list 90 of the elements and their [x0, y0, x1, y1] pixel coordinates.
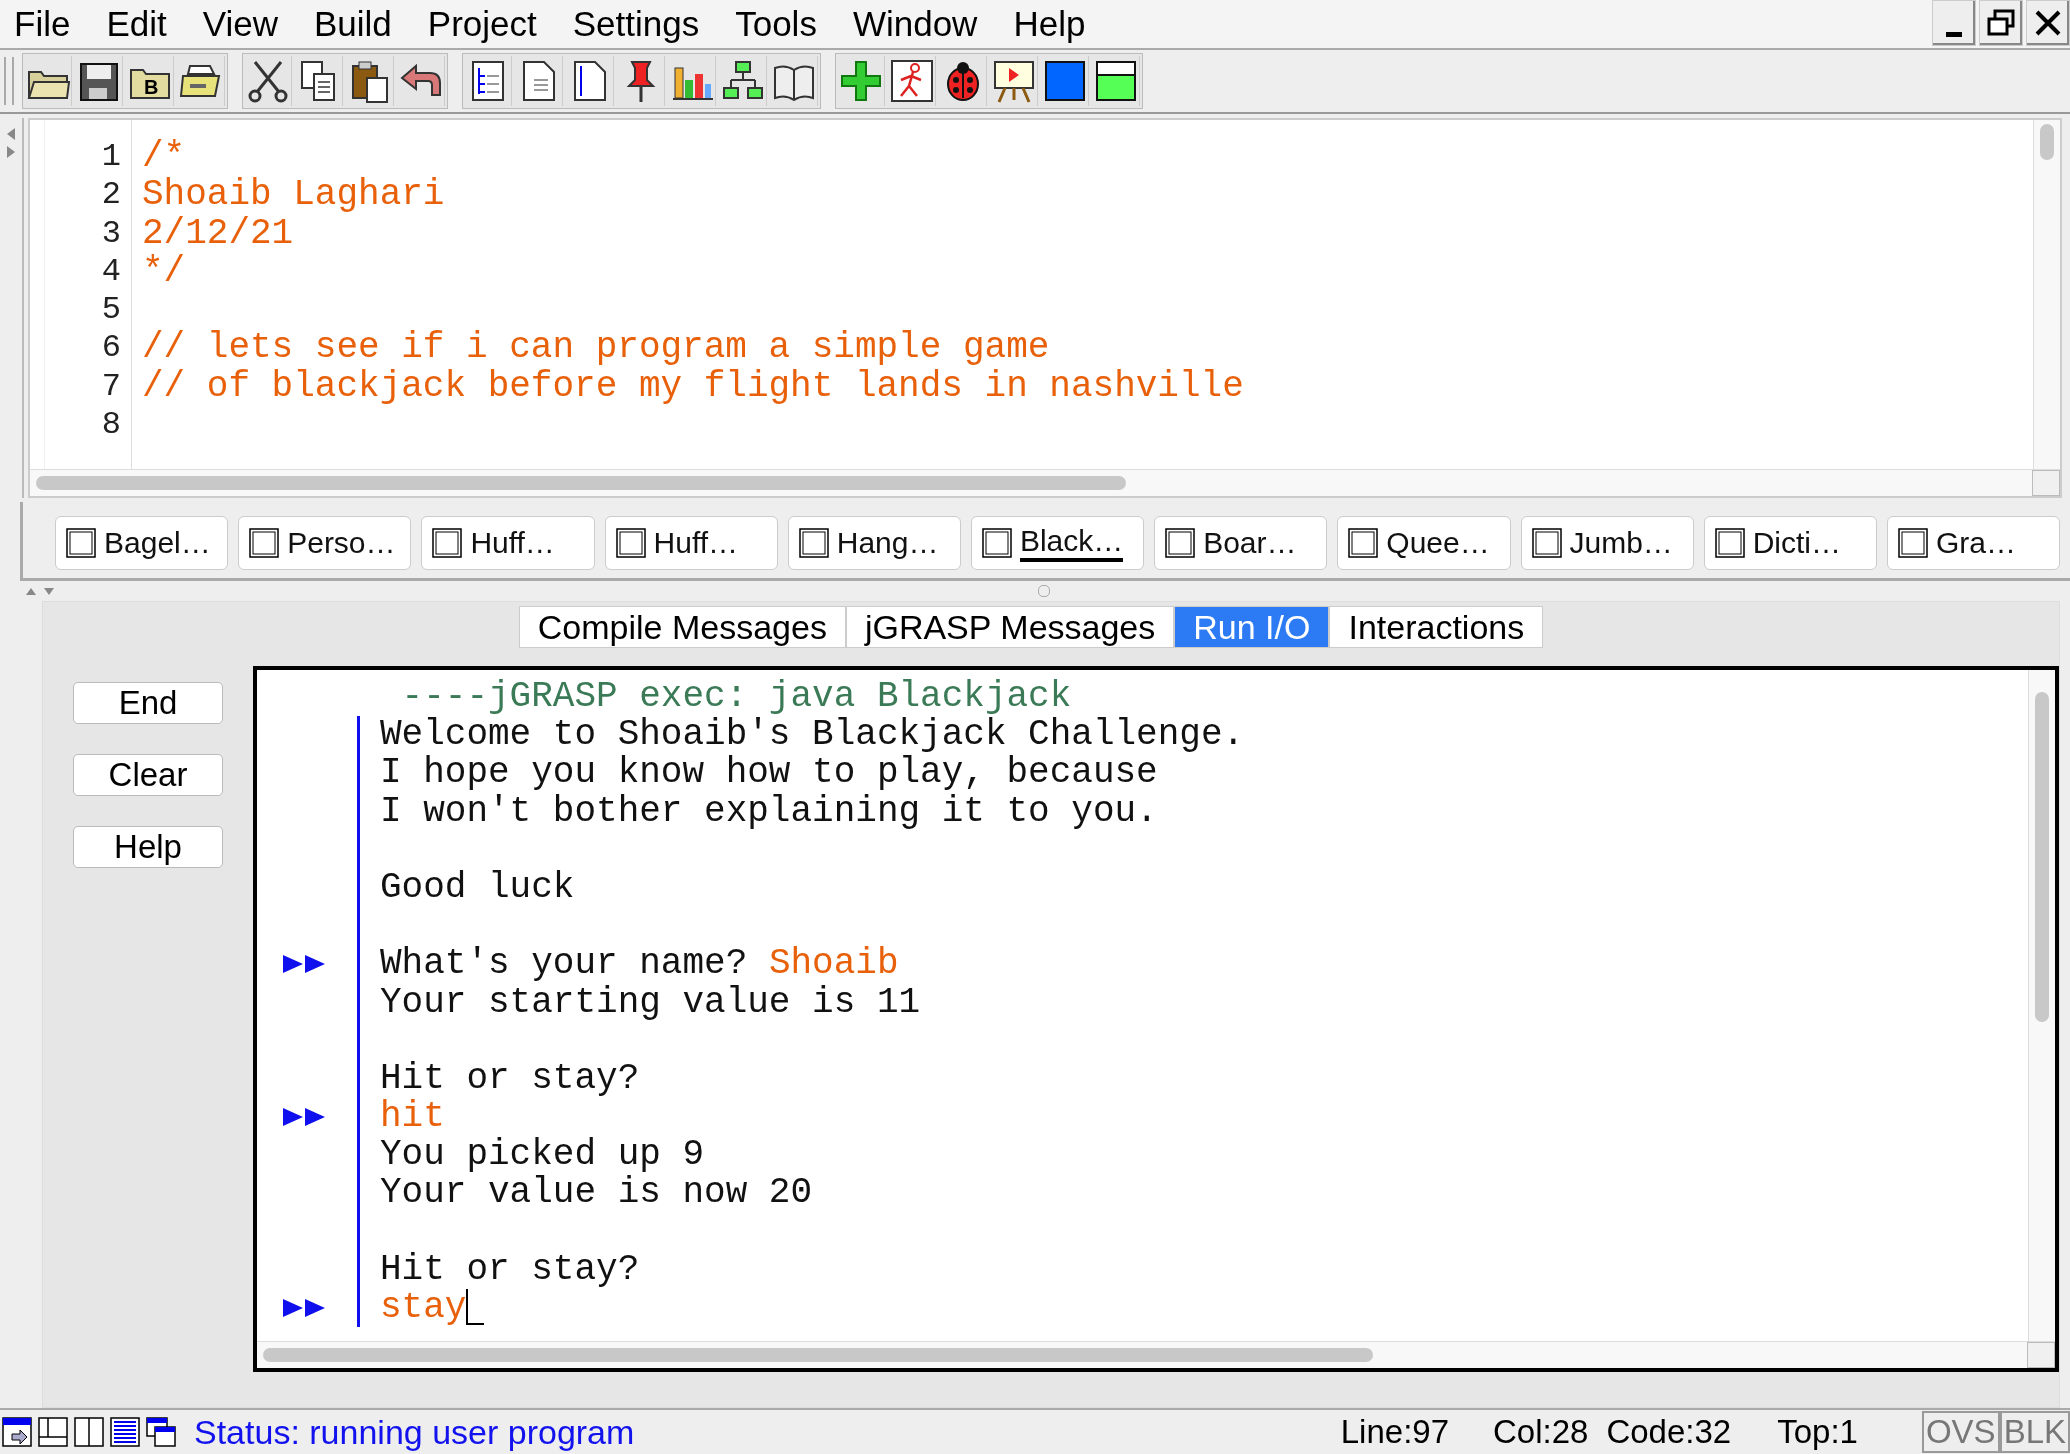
line-number: 1: [100, 138, 122, 177]
csd-file-icon: [66, 528, 96, 558]
file-tab[interactable]: Huff…: [421, 516, 595, 570]
output-text: I won't bother explaining it to you.: [380, 792, 1158, 831]
menu-item[interactable]: Project: [427, 0, 557, 48]
scrollbar-thumb[interactable]: [36, 476, 1126, 490]
scrollbar-thumb[interactable]: [2040, 124, 2054, 160]
status-message: Status: running user program: [194, 1412, 635, 1452]
csd-file-icon: [1897, 528, 1928, 558]
close-button[interactable]: [2026, 0, 2070, 46]
output-text: Hit or stay?: [380, 1250, 640, 1289]
plus-icon[interactable]: [838, 58, 884, 104]
menu-item[interactable]: Tools: [735, 0, 837, 48]
panel-tab[interactable]: Run I/O: [1174, 606, 1330, 648]
run-control-button[interactable]: Clear: [73, 754, 223, 796]
csd-file-icon: [1531, 528, 1562, 558]
panel-tab[interactable]: Compile Messages: [518, 606, 846, 648]
file-tab[interactable]: Quee…: [1337, 516, 1511, 570]
panel-tab[interactable]: Interactions: [1329, 606, 1544, 648]
output-text: You picked up 9: [380, 1136, 705, 1175]
top-indicator: Top:1: [1777, 1413, 1858, 1451]
scrollbar-thumb[interactable]: [263, 1348, 1373, 1362]
file-tab[interactable]: Huff…: [604, 516, 778, 570]
output-text: Welcome to Shoaib's Blackjack Challenge.: [380, 716, 1245, 755]
restore-icon: [1986, 8, 2016, 38]
toolbar-grip[interactable]: [4, 57, 14, 105]
csd-file-icon: [1348, 528, 1379, 558]
line-number: 8: [100, 406, 122, 445]
line-number: 6: [100, 329, 122, 368]
line-number: 4: [100, 252, 122, 292]
csd-file-icon: [615, 528, 646, 558]
csd-file-icon: [1165, 528, 1196, 558]
menu-item[interactable]: File: [14, 0, 91, 48]
file-tab[interactable]: Bagel…: [55, 516, 229, 570]
output-text: Your value is now 20: [380, 1174, 813, 1213]
code-line: /*: [142, 136, 186, 177]
menu-item[interactable]: Help: [1013, 0, 1106, 48]
run-control-button[interactable]: Help: [73, 826, 223, 868]
csd-file-icon: [981, 528, 1012, 558]
file-tab[interactable]: Hang…: [787, 516, 961, 570]
file-tab[interactable]: Boar…: [1154, 516, 1328, 570]
menu-item[interactable]: Settings: [572, 0, 720, 48]
csd-file-icon: [249, 528, 280, 558]
lines-icon[interactable]: [110, 1417, 140, 1447]
exec-header: ----jGRASP exec: java Blackjack: [400, 678, 1072, 717]
file-tab[interactable]: Dicti…: [1703, 516, 1877, 570]
columns-icon[interactable]: [74, 1417, 104, 1447]
collapse-arrows-icon[interactable]: [5, 126, 17, 160]
output-text: Good luck: [380, 868, 575, 908]
output-text: What's your name?: [380, 945, 749, 984]
menu-item[interactable]: View: [202, 0, 298, 48]
minimize-button[interactable]: [1932, 0, 1976, 46]
square-icon[interactable]: [1042, 58, 1088, 104]
cascade-windows-icon[interactable]: [146, 1417, 176, 1447]
panel-tab[interactable]: jGRASP Messages: [845, 606, 1175, 648]
mode-indicator: BLK: [1999, 1411, 2070, 1453]
menu-item[interactable]: Window: [852, 0, 998, 48]
code-indicator: Code:32: [1606, 1413, 1732, 1451]
easel-play-icon[interactable]: [991, 58, 1037, 104]
input-text: Shoaib: [768, 945, 899, 984]
restore-button[interactable]: [1979, 0, 2023, 46]
close-icon: [2034, 9, 2062, 37]
square-icon[interactable]: [1093, 58, 1139, 104]
line-number: 7: [100, 367, 122, 407]
menu-item[interactable]: Build: [313, 0, 412, 48]
line-number: 2: [100, 176, 122, 215]
file-tab[interactable]: Jumb…: [1520, 516, 1694, 570]
line-number: 3: [100, 214, 122, 253]
file-tab[interactable]: Gra…: [1886, 516, 2061, 570]
output-text: Your starting value is 11: [380, 983, 921, 1022]
run-control-button[interactable]: End: [73, 682, 223, 724]
input-text: hit: [380, 1098, 445, 1137]
line-number: 5: [100, 291, 122, 330]
file-tab[interactable]: Perso…: [238, 516, 412, 570]
running-figure-icon[interactable]: [889, 58, 935, 104]
csd-file-icon: [432, 528, 463, 558]
line-indicator: Line:97: [1340, 1413, 1450, 1451]
csd-file-icon: [798, 528, 829, 558]
scrollbar-thumb[interactable]: [2035, 692, 2049, 1022]
file-tab[interactable]: Black…: [970, 516, 1145, 570]
menu-item[interactable]: Edit: [106, 0, 187, 48]
minimize-icon: [1946, 31, 1962, 37]
column-indicator: Col:28: [1493, 1413, 1589, 1451]
output-text: Hit or stay?: [380, 1059, 640, 1099]
mode-indicator: OVS: [1921, 1411, 2000, 1453]
output-text: I hope you know how to play, because: [380, 754, 1158, 793]
layout-split-icon[interactable]: [38, 1417, 68, 1447]
csd-file-icon: [1714, 528, 1745, 558]
splitter-handle[interactable]: [1038, 585, 1050, 597]
input-text: stay: [380, 1289, 467, 1328]
